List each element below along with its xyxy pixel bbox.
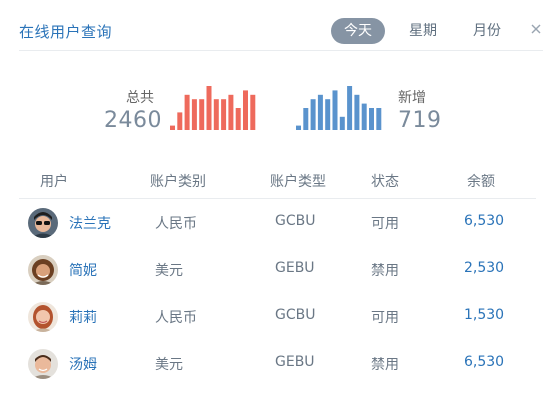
new-bar [332,90,338,130]
new-bar [325,99,331,130]
total-bar [250,94,256,130]
total-bar [228,94,234,130]
column-status: 状态 [371,174,399,190]
new-bar [376,108,382,130]
close-icon[interactable] [529,22,543,36]
table-row[interactable]: 法兰克 人民币 GCBU 可用 6,530 [19,199,536,246]
status: 可用 [371,310,399,326]
avatar[interactable] [28,255,58,285]
total-bar [177,112,183,130]
column-account-category: 账户类别 [150,174,206,190]
tab-week[interactable]: 星期 [397,18,449,44]
account-category: 人民币 [155,216,197,232]
stats-summary: 总共 2460 新增 719 [0,82,555,142]
user-name[interactable]: 法兰克 [69,213,111,233]
total-value: 2460 [104,108,162,133]
user-name[interactable]: 汤姆 [69,354,97,374]
column-balance: 余额 [467,174,495,190]
column-account-type: 账户类型 [270,174,326,190]
total-bar [221,99,227,130]
status: 可用 [371,216,399,232]
tab-month[interactable]: 月份 [461,18,513,44]
period-tabs: 今天 星期 月份 [319,18,513,44]
balance: 1,530 [464,307,505,323]
new-bar [296,125,301,130]
total-sparkline [170,86,256,130]
account-category: 人民币 [155,310,197,326]
total-bar [213,99,219,130]
new-bar [303,108,309,130]
user-name[interactable]: 简妮 [69,260,97,280]
user-table: 用户 账户类别 账户类型 状态 余额 法兰克 人民币 GCBU 可用 6,530 [19,165,536,387]
table-row[interactable]: 汤姆 美元 GEBU 禁用 6,530 [19,340,536,387]
account-category: 美元 [155,357,183,373]
account-type: GEBU [275,260,315,276]
account-type: GCBU [275,213,316,229]
account-type: GEBU [275,354,315,370]
new-bar [339,116,345,130]
new-bar [310,99,316,130]
status: 禁用 [371,263,399,279]
account-category: 美元 [155,263,183,279]
new-bar [369,108,374,130]
new-bar [317,94,323,130]
total-label: 总共 [126,90,154,106]
total-bar [184,94,190,130]
new-value: 719 [398,108,442,133]
total-bar [170,125,175,130]
user-name[interactable]: 莉莉 [69,307,97,327]
total-bar [243,90,248,130]
table-header: 用户 账户类别 账户类型 状态 余额 [19,165,536,199]
table-row[interactable]: 简妮 美元 GEBU 禁用 2,530 [19,246,536,293]
tab-today[interactable]: 今天 [331,18,385,44]
account-type: GCBU [275,307,316,323]
total-bar [191,99,197,130]
balance: 6,530 [464,354,505,370]
status: 禁用 [371,357,399,373]
total-bar [206,86,212,130]
new-bar [354,94,360,130]
avatar[interactable] [28,208,58,238]
new-bar [361,103,367,130]
page-title: 在线用户查询 [19,23,113,41]
panel-header: 在线用户查询 今天 星期 月份 [19,14,543,51]
table-row[interactable]: 莉莉 人民币 GCBU 可用 1,530 [19,293,536,340]
total-bar [235,108,241,130]
balance: 2,530 [464,260,505,276]
new-bar [347,86,353,130]
new-label: 新增 [398,90,426,106]
avatar[interactable] [28,302,58,332]
balance: 6,530 [464,213,505,229]
column-user: 用户 [40,174,68,190]
total-bar [199,99,205,130]
avatar[interactable] [28,349,58,379]
new-sparkline [296,86,382,130]
